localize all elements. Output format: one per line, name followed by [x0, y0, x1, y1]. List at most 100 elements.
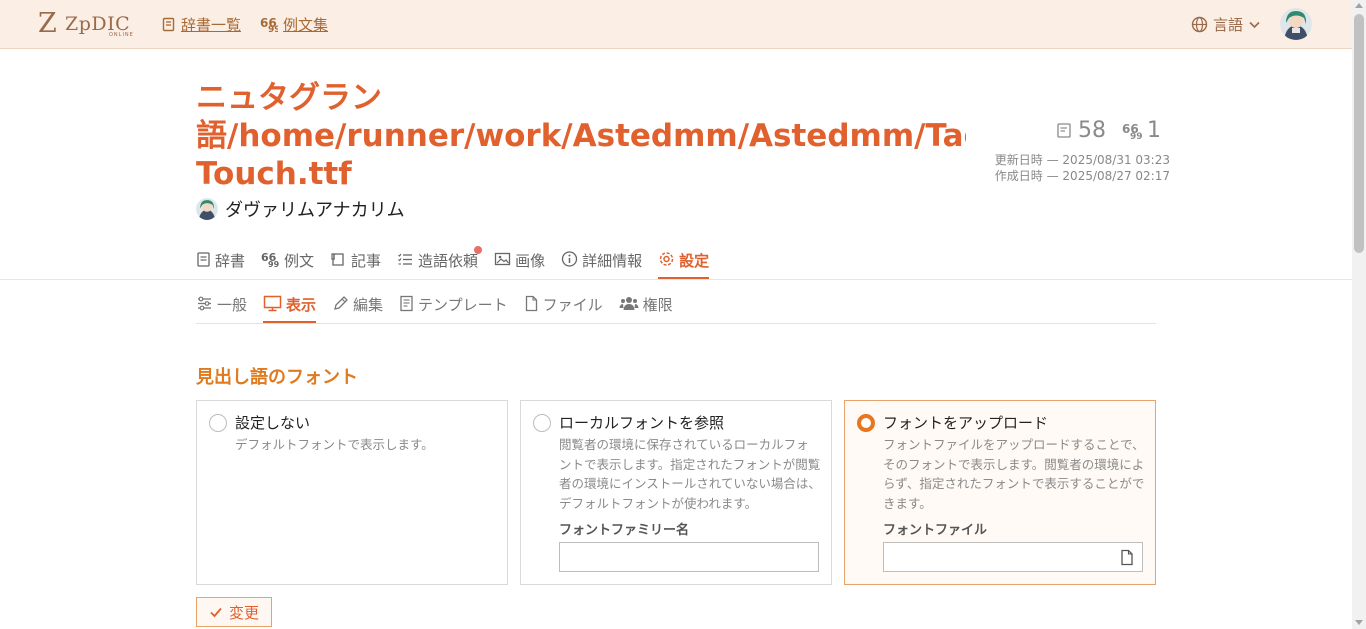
tabs-divider [0, 279, 1352, 280]
globe-icon [1191, 16, 1208, 32]
owner-name: ダヴァリムアナカリム [225, 200, 405, 221]
user-avatar[interactable] [1280, 8, 1312, 40]
subtab-label: 権限 [642, 296, 673, 314]
nav-dictionary-list-label: 辞書一覧 [181, 15, 242, 34]
monitor-icon [263, 295, 282, 312]
subtab-file[interactable]: ファイル [524, 292, 603, 324]
quote-icon: 6699 [260, 17, 278, 32]
zpdic-logo[interactable]: Z ZpDIC ONLINE [38, 10, 140, 40]
tab-label: 画像 [515, 252, 546, 270]
dictionary-stats: 58 66 99 1 [1056, 118, 1161, 143]
quote-icon: 6699 [1122, 122, 1142, 139]
chevron-down-icon [1249, 21, 1260, 28]
updated-date: 更新日時 — 2025/08/31 03:23 [994, 153, 1170, 167]
tab-settings[interactable]: 設定 [658, 248, 710, 280]
subtab-general[interactable]: 一般 [196, 292, 247, 324]
tab-label: 記事 [351, 252, 382, 270]
change-button[interactable]: 変更 [196, 597, 272, 627]
notification-dot [474, 246, 483, 254]
font-file-label: フォントファイル [883, 523, 988, 538]
svg-text:99: 99 [1130, 132, 1142, 139]
example-count-value: 1 [1147, 118, 1161, 143]
subtab-label: 編集 [353, 296, 384, 314]
option-description: フォントファイルをアップロードすることで、そのフォントで表示します。閲覧者の環境… [883, 437, 1145, 511]
tab-label: 詳細情報 [582, 252, 643, 270]
tab-label: 造語依頼 [418, 252, 479, 270]
tab-label: 例文 [284, 252, 315, 270]
dictionary-title-line: ニュタグラン [196, 80, 382, 116]
tab-label: 辞書 [215, 252, 246, 270]
subtab-label: ファイル [542, 296, 603, 314]
subtab-edit[interactable]: 編集 [332, 292, 383, 324]
tab-label: 設定 [679, 252, 710, 270]
owner-avatar [196, 198, 218, 220]
nav-example-collection[interactable]: 66 99 例文集 [260, 13, 328, 35]
option-description: 閲覧者の環境に保存されているローカルフォントで表示します。指定されたフォントが閲… [559, 437, 821, 511]
option-title: 設定しない [235, 414, 311, 432]
language-label: 言語 [1213, 15, 1244, 34]
word-card-icon [1057, 123, 1071, 138]
language-selector[interactable]: 言語 [1191, 13, 1261, 35]
dictionary-dates: 更新日時 — 2025/08/31 03:23 作成日時 — 2025/08/2… [995, 152, 1170, 184]
dictionary-title: ニュタグラン 語/home/runner/work/Astedmm/Astedm… [196, 79, 966, 195]
gear-icon [659, 252, 674, 266]
font-option-local[interactable]: ローカルフォントを参照 閲覧者の環境に保存されているローカルフォントで表示します… [520, 400, 832, 585]
word-count: 58 [1056, 118, 1106, 143]
sliders-icon [198, 296, 211, 311]
font-family-input[interactable] [559, 542, 819, 572]
users-icon [619, 297, 639, 310]
logo-sub: ONLINE [109, 32, 134, 38]
subtab-label: 表示 [286, 296, 317, 314]
subtabs-divider [196, 323, 1156, 324]
tab-details[interactable]: 詳細情報 [561, 248, 642, 280]
dictionary-list-icon [162, 17, 175, 31]
option-title: ローカルフォントを参照 [559, 414, 725, 432]
font-file-input[interactable] [883, 542, 1143, 572]
request-list-icon [398, 253, 413, 265]
svg-text:99: 99 [268, 25, 278, 32]
word-count-value: 58 [1078, 118, 1106, 143]
check-icon [210, 607, 222, 618]
dictionary-title-line: 語/home/runner/work/Astedmm/Astedmm/Tagel… [196, 118, 966, 154]
option-title: フォントをアップロード [883, 414, 1049, 432]
main-tabs: 辞書 66 99 例文 記事 造語依頼 画像 詳細情報 設定 [196, 246, 710, 280]
tab-dictionary[interactable]: 辞書 [196, 248, 245, 280]
font-option-none[interactable]: 設定しない デフォルトフォントで表示します。 [196, 400, 508, 585]
image-icon [494, 252, 511, 266]
settings-subtabs: 一般 表示 編集 テンプレート ファイル 権限 [196, 292, 673, 324]
scroll-up-arrow-icon[interactable] [1355, 3, 1363, 8]
radio-button[interactable] [857, 414, 875, 432]
pencil-icon [334, 296, 348, 310]
subtab-label: テンプレート [418, 296, 508, 314]
change-button-label: 変更 [228, 603, 259, 622]
example-count: 66 99 1 [1122, 118, 1161, 143]
nav-example-collection-label: 例文集 [283, 15, 329, 34]
subtab-permissions[interactable]: 権限 [619, 292, 673, 324]
scroll-down-arrow-icon[interactable] [1355, 620, 1363, 625]
svg-text:99: 99 [268, 260, 280, 268]
template-icon [400, 295, 413, 312]
tab-requests[interactable]: 造語依頼 [397, 246, 483, 280]
font-option-upload[interactable]: フォントをアップロード フォントファイルをアップロードすることで、そのフォントで… [844, 400, 1156, 585]
radio-button[interactable] [533, 414, 551, 432]
quote-icon: 6699 [261, 251, 280, 268]
file-icon [525, 295, 537, 312]
created-date: 作成日時 — 2025/08/27 02:17 [994, 169, 1170, 183]
top-bar: Z ZpDIC ONLINE 辞書一覧 66 99 例文集 言語 [0, 0, 1352, 49]
tab-articles[interactable]: 記事 [330, 248, 381, 280]
subtab-display[interactable]: 表示 [263, 292, 317, 324]
file-icon [1121, 549, 1133, 566]
option-description: デフォルトフォントで表示します。 [235, 437, 434, 452]
scrollbar-thumb[interactable] [1354, 14, 1364, 253]
dictionary-owner[interactable]: ダヴァリムアナカリム [196, 197, 405, 221]
dictionary-icon [197, 252, 210, 267]
article-icon [331, 253, 344, 266]
info-icon [561, 251, 578, 267]
section-title: 見出し語のフォント [196, 367, 358, 388]
tab-images[interactable]: 画像 [494, 248, 545, 280]
subtab-template[interactable]: テンプレート [399, 292, 508, 324]
nav-dictionary-list[interactable]: 辞書一覧 [161, 13, 241, 35]
radio-button[interactable] [209, 414, 227, 432]
subtab-label: 一般 [217, 296, 248, 314]
tab-examples[interactable]: 66 99 例文 [261, 248, 314, 280]
